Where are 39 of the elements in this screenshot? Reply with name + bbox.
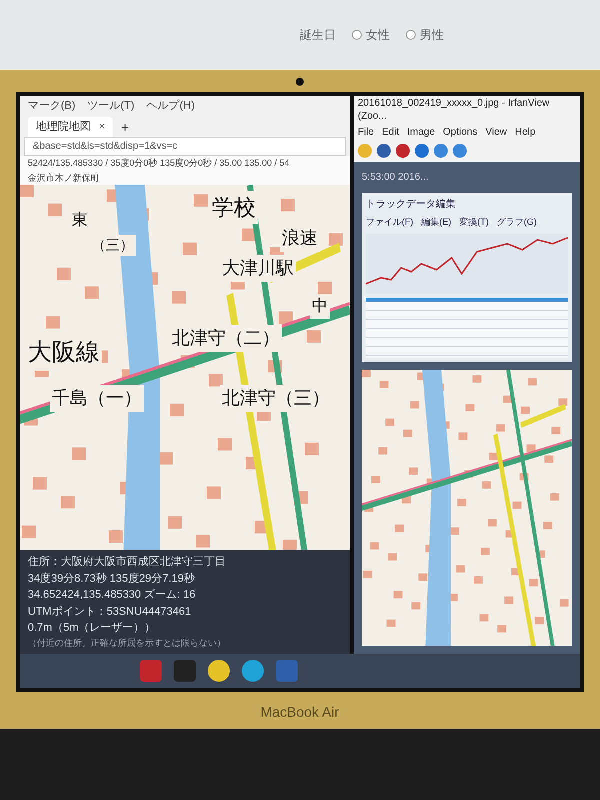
coordinate-bar: 52424/135.485330 / 35度0分0秒 135度0分0秒 / 35.00 135.00 / 54 — [20, 156, 350, 172]
info-line: 0.7m（5m（レーザー）） — [28, 621, 157, 636]
menu-item[interactable]: Image — [407, 125, 436, 140]
menu-item[interactable]: Edit — [382, 125, 400, 140]
menu-item[interactable]: Help — [515, 125, 536, 140]
menu-item[interactable]: ファイル(F) — [366, 216, 414, 230]
map-label: 大津川駅 — [220, 255, 296, 282]
place-name: 金沢市木ノ新保町 — [20, 172, 350, 185]
map-label: 北津守（二） — [170, 325, 282, 352]
menu-item[interactable]: View — [486, 125, 508, 140]
address-bar[interactable]: &base=std&ls=std&disp=1&vs=c — [24, 137, 346, 156]
info-line: UTMポイント：53SNU44473461 — [28, 604, 192, 620]
browser-tab[interactable]: 地理院地図 × — [28, 116, 114, 137]
menu-item[interactable]: 編集(E) — [422, 216, 452, 230]
menu-item[interactable]: グラフ(G) — [497, 216, 537, 230]
new-tab-button[interactable]: + — [117, 118, 134, 137]
info-line: 34.652424,135.485330 ズーム: 16 — [28, 588, 197, 603]
menu-item[interactable]: ツール(T) — [88, 98, 135, 114]
close-tab-button[interactable]: × — [99, 118, 106, 135]
menu-item[interactable]: File — [358, 125, 374, 140]
radio-label: 女性 — [366, 27, 390, 44]
tab-title: 地理院地図 — [36, 120, 91, 134]
info-line: 34度39分8.73秒 135度29分7.19秒 — [28, 572, 196, 586]
map-label: 学校 — [210, 191, 258, 224]
timestamp: 5:53:00 2016... — [362, 171, 430, 185]
info-line: 住所：大阪府大阪市西成区北津守三丁目 — [28, 554, 227, 570]
map-label: 中 — [310, 295, 330, 319]
menu-item[interactable]: マーク(B) — [28, 98, 76, 114]
info-note: （付近の住所。正確な所属を示すとは限らない） — [28, 636, 227, 650]
map-label: 千島（一） — [50, 385, 144, 412]
brand-label: MacBook Air — [260, 703, 340, 722]
menu-item[interactable]: ヘルプ(H) — [146, 98, 195, 114]
radio-label: 男性 — [420, 27, 444, 44]
map-label: 北津守（三） — [220, 385, 332, 412]
form-label: 誕生日 — [300, 27, 336, 44]
window-title: トラックデータ編集 — [366, 198, 457, 212]
menu-item[interactable]: 変換(T) — [460, 216, 489, 230]
menu-item[interactable]: Options — [443, 125, 478, 140]
window-title: 20161018_002419_xxxxx_0.jpg - IrfanView (Zoo... — [357, 97, 551, 124]
